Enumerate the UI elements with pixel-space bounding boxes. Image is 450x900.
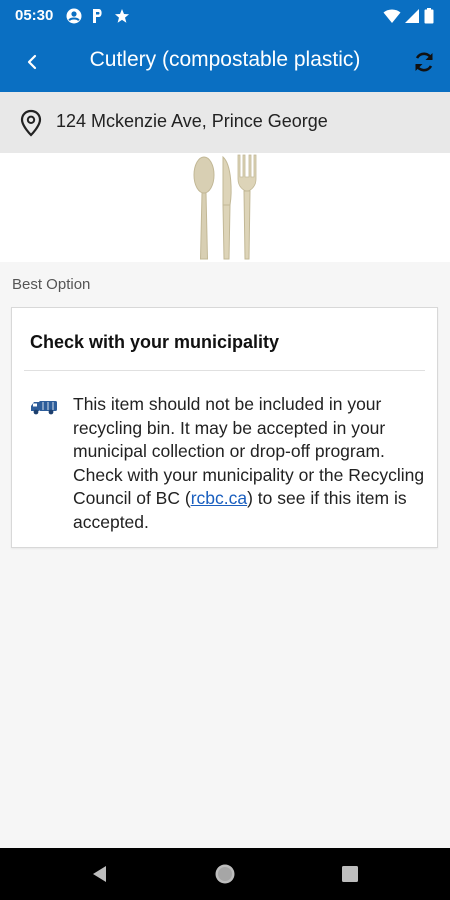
item-image: [0, 153, 450, 262]
rcbc-link[interactable]: rcbc.ca: [191, 488, 247, 508]
page-title: Cutlery (compostable plastic): [89, 48, 361, 71]
nav-back-icon[interactable]: [88, 862, 112, 886]
back-button[interactable]: [14, 44, 50, 80]
location-bar[interactable]: 124 Mckenzie Ave, Prince George: [0, 92, 450, 153]
battery-icon: [424, 8, 434, 24]
card-body: This item should not be included in your…: [73, 393, 425, 534]
nav-home-icon[interactable]: [213, 862, 237, 886]
star-icon: [115, 9, 129, 23]
status-bar: 05:30: [0, 0, 450, 32]
app-bar: Cutlery (compostable plastic): [0, 32, 450, 92]
cutlery-image: [193, 154, 257, 260]
wifi-icon: [383, 9, 401, 23]
refresh-button[interactable]: [406, 44, 442, 80]
truck-icon: [31, 401, 57, 415]
account-circle-icon: [66, 8, 82, 24]
status-time: 05:30: [15, 7, 54, 24]
system-nav-bar: [0, 848, 450, 900]
best-option-card: Check with your municipality This item s…: [11, 307, 438, 548]
location-address: 124 Mckenzie Ave, Prince George: [56, 111, 328, 131]
nav-recents-icon[interactable]: [340, 864, 360, 884]
divider: [24, 370, 425, 371]
parking-icon: [93, 9, 102, 23]
location-pin-icon: [20, 109, 42, 137]
section-label: Best Option: [12, 276, 91, 293]
signal-icon: [405, 9, 419, 23]
card-title: Check with your municipality: [30, 332, 280, 352]
